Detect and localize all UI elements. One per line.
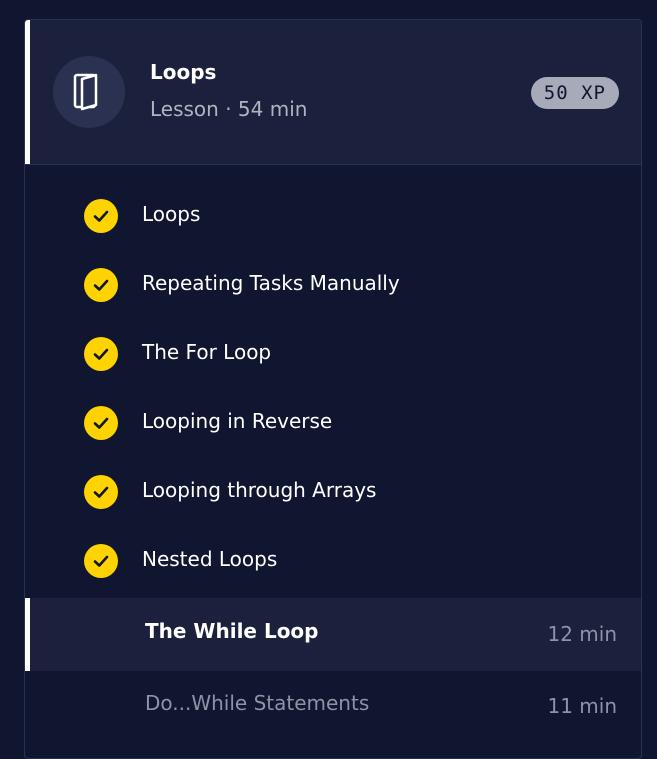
lesson-title: Loops — [150, 60, 217, 84]
list-item[interactable]: Looping in Reverse — [25, 395, 641, 451]
book-icon — [53, 56, 125, 128]
list-item[interactable]: Repeating Tasks Manually — [25, 257, 641, 313]
list-item-label: The For Loop — [142, 340, 272, 364]
current-item-duration: 12 min — [547, 622, 617, 646]
active-indicator — [25, 598, 30, 671]
active-indicator — [25, 20, 30, 164]
lesson-panel: Loops Lesson · 54 min 50 XP Loops Repeat… — [24, 19, 642, 759]
xp-badge: 50 XP — [530, 77, 619, 109]
next-item-duration: 11 min — [547, 694, 617, 718]
current-item[interactable]: The While Loop 12 min — [25, 598, 641, 671]
check-icon — [84, 199, 118, 233]
check-icon — [84, 268, 118, 302]
check-icon — [84, 475, 118, 509]
list-item[interactable]: The For Loop — [25, 326, 641, 382]
lesson-subtitle: Lesson · 54 min — [150, 97, 308, 121]
list-item-label: Repeating Tasks Manually — [142, 271, 400, 295]
list-item[interactable]: Loops — [25, 188, 641, 244]
list-item-label: Loops — [142, 202, 201, 226]
list-item[interactable]: Nested Loops — [25, 533, 641, 589]
lesson-header[interactable]: Loops Lesson · 54 min 50 XP — [25, 20, 641, 165]
check-icon — [84, 544, 118, 578]
check-icon — [84, 337, 118, 371]
next-item-label[interactable]: Do...While Statements — [145, 691, 369, 715]
list-item-label: Looping in Reverse — [142, 409, 333, 433]
current-item-label: The While Loop — [145, 619, 319, 643]
list-item-label: Nested Loops — [142, 547, 278, 571]
list-item-label: Looping through Arrays — [142, 478, 377, 502]
check-icon — [84, 406, 118, 440]
list-item[interactable]: Looping through Arrays — [25, 464, 641, 520]
